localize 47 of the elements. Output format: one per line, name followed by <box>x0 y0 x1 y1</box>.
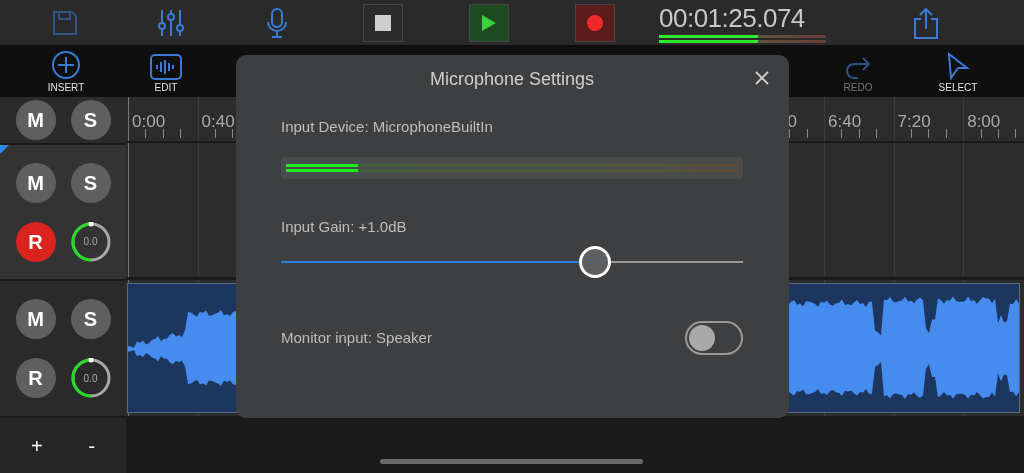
solo-button[interactable]: S <box>70 100 111 140</box>
play-button[interactable] <box>469 3 509 42</box>
redo-icon <box>844 56 872 80</box>
volume-value: 0.0 <box>83 371 98 386</box>
track-header[interactable]: M S R 0.0 <box>0 143 126 279</box>
record-button[interactable] <box>575 3 615 42</box>
waveform-icon <box>150 54 182 80</box>
monitor-toggle[interactable] <box>685 321 743 355</box>
time-label: 8:00 <box>967 111 1001 133</box>
add-track-button[interactable]: + <box>22 430 51 461</box>
time-label: 0:00 <box>132 111 166 133</box>
edit-button[interactable]: EDIT <box>116 45 216 97</box>
track-header[interactable]: M S R 0.0 <box>0 279 126 416</box>
stop-button[interactable] <box>363 3 403 42</box>
stop-icon <box>375 14 391 31</box>
volume-knob[interactable] <box>70 358 111 399</box>
record-arm-button[interactable]: R <box>15 358 56 399</box>
gain-slider-track[interactable] <box>281 245 743 279</box>
solo-button[interactable]: S <box>70 298 111 339</box>
remove-track-button[interactable]: - <box>80 430 104 461</box>
slider-thumb[interactable] <box>579 246 612 278</box>
insert-button[interactable]: INSERT <box>16 45 116 97</box>
mute-button[interactable]: M <box>15 298 56 339</box>
time-display: 00:01:25.074 <box>659 2 806 33</box>
share-icon[interactable] <box>911 6 940 39</box>
play-icon <box>482 14 496 31</box>
microphone-icon[interactable] <box>266 7 288 38</box>
record-arm-button[interactable]: R <box>15 221 56 262</box>
mixer-icon[interactable] <box>157 7 185 38</box>
close-icon[interactable] <box>755 71 769 85</box>
record-icon <box>587 14 603 31</box>
mute-button[interactable]: M <box>15 100 56 140</box>
mute-button[interactable]: M <box>15 162 56 203</box>
device-label: Input Device: MicrophoneBuiltIn <box>281 117 494 137</box>
dialog-title: Microphone Settings <box>428 68 596 91</box>
time-label: 7:20 <box>897 111 931 133</box>
select-button[interactable]: SELECT <box>908 45 1008 97</box>
selection-marker-icon <box>0 145 9 154</box>
monitor-label: Monitor input: Speaker <box>281 327 432 348</box>
time-label: 6:40 <box>828 111 862 133</box>
volume-knob[interactable] <box>70 221 111 262</box>
gain-label: Input Gain: +1.0dB <box>281 216 408 237</box>
plus-circle-icon <box>51 50 81 80</box>
volume-value: 0.0 <box>83 235 98 249</box>
cursor-icon <box>946 52 970 80</box>
time-label: 0:40 <box>201 111 235 133</box>
solo-button[interactable]: S <box>70 162 111 203</box>
